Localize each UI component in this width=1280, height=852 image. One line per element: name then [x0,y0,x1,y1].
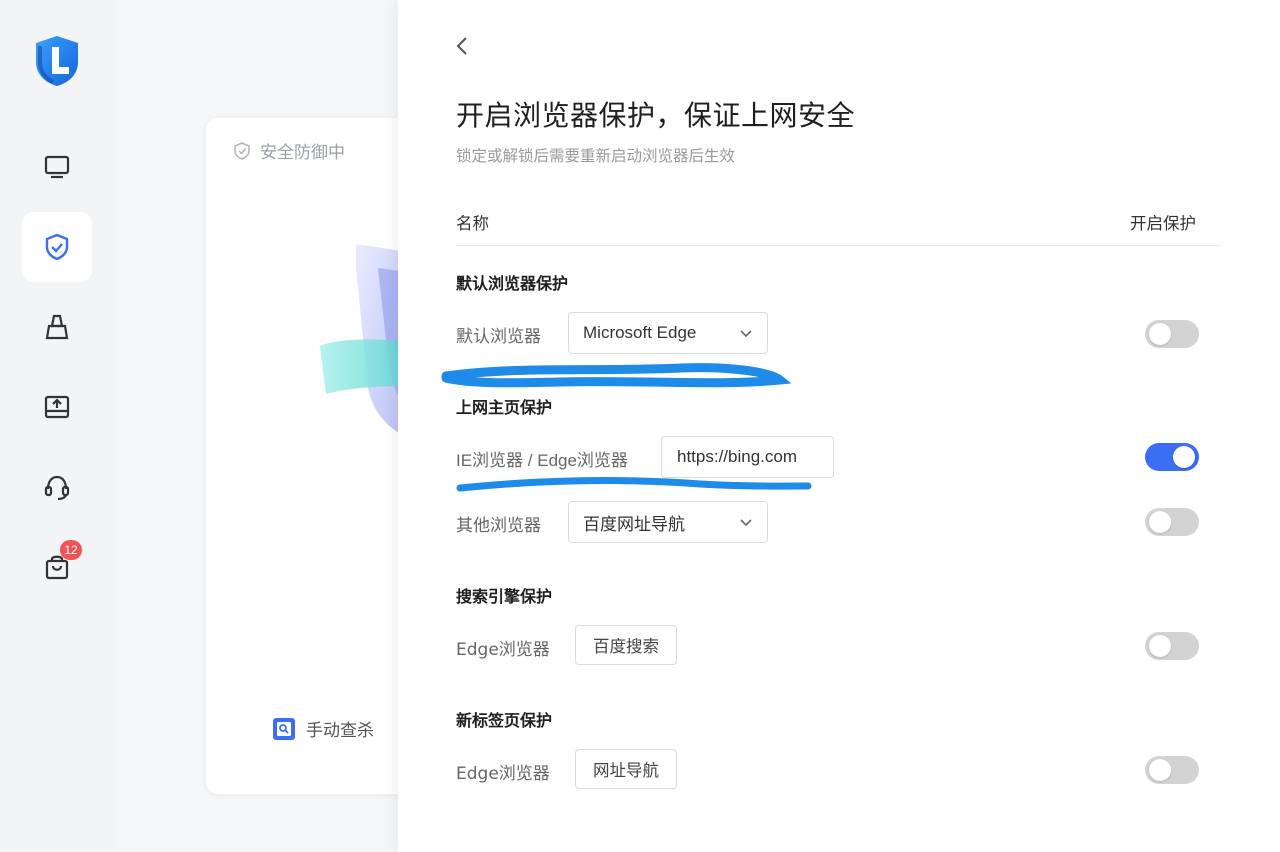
nav-drive[interactable] [22,372,92,442]
nav-computer[interactable] [22,132,92,202]
protection-status: 安全防御中 [232,138,345,163]
column-header-name: 名称 [456,214,489,233]
other-browsers-value: 百度网址导航 [583,514,685,534]
toggle-knob [1173,446,1195,468]
app-logo [36,36,78,86]
row-label-default-browser: 默认浏览器 [456,327,541,347]
toggle-new-tab[interactable] [1145,756,1199,784]
homepage-url-value: https://bing.com [677,447,798,466]
toggle-default-browser[interactable] [1145,320,1199,348]
left-sidebar: 12 [0,0,116,852]
manual-scan-label: 手动查杀 [306,721,374,741]
toggle-homepage-ie-edge[interactable] [1145,443,1199,471]
manual-scan-button[interactable]: 手动查杀 [272,716,374,741]
row-label-ie-edge: IE浏览器 / Edge浏览器 [456,451,628,470]
chevron-down-icon [740,519,752,527]
row-label-edge-newtab: Edge浏览器 [456,764,550,784]
new-tab-chip[interactable]: 网址导航 [575,749,677,789]
page-subtitle: 锁定或解锁后需要重新启动浏览器后生效 [456,147,736,165]
back-chevron-icon[interactable] [452,34,474,58]
page-title: 开启浏览器保护，保证上网安全 [456,99,856,132]
shield-check-icon [45,233,69,261]
default-browser-select[interactable]: Microsoft Edge [568,312,768,354]
broom-icon [45,314,69,340]
monitor-icon [44,155,70,179]
header-divider [456,245,1222,246]
protection-status-text: 安全防御中 [260,143,345,163]
homepage-url-input[interactable]: https://bing.com [661,436,834,478]
section-default-browser: 默认浏览器保护 [456,274,569,293]
nav-cleanup[interactable] [22,292,92,362]
scan-icon [273,717,295,740]
nav-store[interactable]: 12 [22,532,92,602]
toggle-knob [1149,759,1171,781]
notification-badge: 12 [60,540,82,560]
nav-protection[interactable] [22,212,92,282]
headset-icon [44,475,70,501]
toggle-knob [1149,635,1171,657]
other-browsers-select[interactable]: 百度网址导航 [568,501,768,543]
shield-check-outline-icon [234,141,250,160]
chevron-down-icon [740,330,752,338]
section-new-tab: 新标签页保护 [456,711,553,730]
drive-upload-icon [44,395,70,419]
toggle-knob [1149,323,1171,345]
shield-illustration [320,244,408,438]
toggle-search-engine[interactable] [1145,632,1199,660]
toggle-other-browsers[interactable] [1145,508,1199,536]
section-search-engine: 搜索引擎保护 [456,587,553,606]
row-label-other-browsers: 其他浏览器 [456,516,541,536]
default-browser-value: Microsoft Edge [583,323,697,342]
toggle-knob [1149,511,1171,533]
section-homepage: 上网主页保护 [456,398,553,417]
search-engine-chip[interactable]: 百度搜索 [575,625,677,665]
column-header-protect: 开启保护 [1130,214,1196,233]
row-label-edge-search: Edge浏览器 [456,640,550,660]
nav-support[interactable] [22,452,92,522]
